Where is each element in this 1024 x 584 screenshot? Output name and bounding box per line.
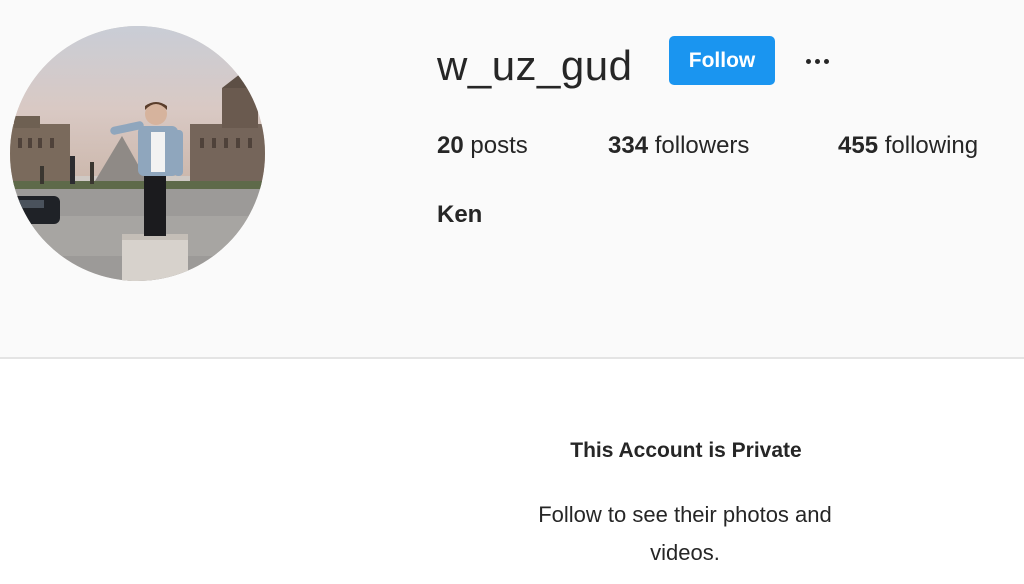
following-link[interactable]: 455 following (838, 131, 978, 161)
profile-photo (10, 26, 265, 281)
followers-number: 334 (608, 132, 649, 159)
followers-link[interactable]: 334 followers (608, 131, 749, 161)
followers-label: followers (654, 132, 750, 159)
posts-count: 20 posts (437, 131, 528, 161)
private-account-subtitle: Follow to see their photos and videos. (538, 502, 832, 565)
avatar[interactable] (10, 26, 265, 281)
full-name: Ken (437, 201, 483, 228)
username: w_uz_gud (437, 42, 633, 89)
more-horizontal-icon[interactable] (800, 46, 834, 76)
following-label: following (884, 132, 979, 159)
posts-label: posts (470, 132, 528, 159)
posts-number: 20 (437, 132, 464, 159)
private-account-title: This Account is Private (570, 439, 802, 462)
follow-button[interactable]: Follow (669, 36, 775, 85)
following-number: 455 (838, 132, 879, 159)
